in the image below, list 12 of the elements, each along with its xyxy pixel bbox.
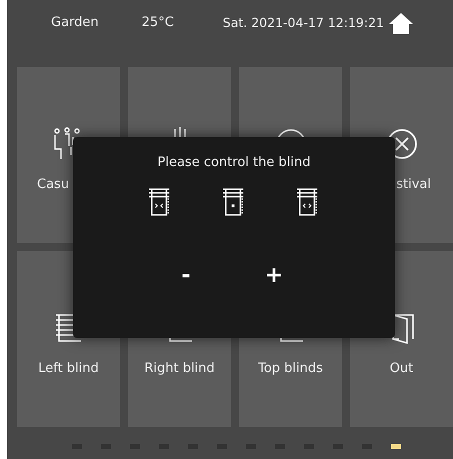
tile-label: Left blind (38, 361, 99, 377)
dialog-title: Please control the blind (158, 155, 310, 170)
adjust-button[interactable]: - (174, 260, 198, 290)
tile-label: Out (390, 361, 414, 377)
temperature-label: 25°C (142, 15, 174, 30)
tile-label: Top blinds (258, 361, 323, 377)
tile-label: stival (396, 177, 431, 193)
location-label: Garden (51, 15, 99, 30)
tile-label: Right blind (144, 361, 215, 377)
tile-label: Casu (37, 177, 70, 193)
datetime-label: Sat. 2021-04-17 12:19:21 (222, 15, 384, 30)
adjust-button[interactable]: + (262, 260, 286, 290)
